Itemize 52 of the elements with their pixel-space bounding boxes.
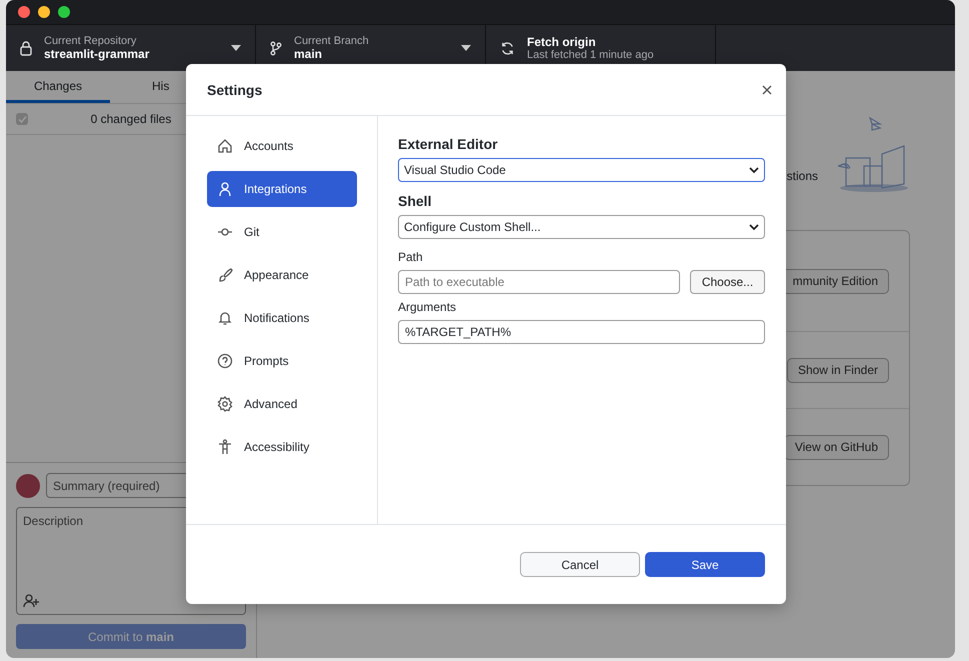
settings-nav-item[interactable]: Integrations <box>207 171 357 207</box>
fetch-subtitle: Last fetched 1 minute ago <box>527 49 655 61</box>
settings-nav-item[interactable]: Accounts <box>207 128 357 164</box>
select-all-checkbox[interactable] <box>16 113 28 125</box>
section-heading: External Editor <box>398 136 499 152</box>
question-icon <box>217 353 233 369</box>
lock-icon <box>20 40 32 56</box>
close-icon[interactable] <box>762 84 772 94</box>
caret-icon <box>231 45 241 51</box>
repository-name: streamlit-grammar <box>44 47 150 61</box>
settings-nav-item[interactable]: Accessibility <box>207 429 357 465</box>
repository-label: Current Repository <box>44 35 138 47</box>
settings-nav-item[interactable]: Notifications <box>207 300 357 336</box>
caret-icon <box>461 45 471 51</box>
avatar-icon <box>16 474 40 498</box>
choose-button[interactable]: Choose... <box>690 270 765 294</box>
fetch-title: Fetch origin <box>527 35 597 49</box>
settings-nav-item[interactable]: Prompts <box>207 343 357 379</box>
branch-label: Current Branch <box>294 35 370 47</box>
chevron-down-icon <box>749 224 759 230</box>
zoom-window-button[interactable] <box>58 6 70 18</box>
shell-select[interactable]: Configure Custom Shell... <box>398 215 765 239</box>
branch-icon <box>270 40 282 56</box>
action-button[interactable]: Show in Finder <box>786 358 889 382</box>
suggestions-text: stions <box>786 168 818 182</box>
path-field[interactable]: Path to executable <box>398 270 680 294</box>
settings-nav-item[interactable]: Git <box>207 214 357 250</box>
paintbrush-icon <box>217 267 233 283</box>
action-button[interactable]: View on GitHub <box>784 434 889 460</box>
minimize-window-button[interactable] <box>38 6 50 18</box>
gear-icon <box>217 396 233 412</box>
chevron-down-icon <box>749 166 759 174</box>
save-button[interactable]: Save <box>645 552 765 577</box>
panel-tab[interactable]: Changes <box>6 71 110 103</box>
section-heading: Shell <box>398 193 432 209</box>
bell-icon <box>217 310 233 326</box>
arguments-field[interactable]: %TARGET_PATH% <box>398 320 765 344</box>
sync-icon <box>500 40 515 56</box>
add-coauthor-icon[interactable] <box>23 594 40 608</box>
changed-files-count: 0 changed files <box>90 112 172 126</box>
cancel-button[interactable]: Cancel <box>520 552 640 577</box>
close-window-button[interactable] <box>18 6 30 18</box>
field-label: Path <box>398 250 424 264</box>
branch-name: main <box>294 47 324 61</box>
person-icon <box>217 181 233 197</box>
home-icon <box>217 138 233 154</box>
editor-select[interactable]: Visual Studio Code <box>398 158 765 182</box>
dialog-title: Settings <box>207 82 262 98</box>
settings-nav-item[interactable]: Advanced <box>207 386 357 422</box>
field-label: Arguments <box>398 300 458 314</box>
settings-nav-item[interactable]: Appearance <box>207 257 357 293</box>
person-figure-icon <box>217 439 233 455</box>
